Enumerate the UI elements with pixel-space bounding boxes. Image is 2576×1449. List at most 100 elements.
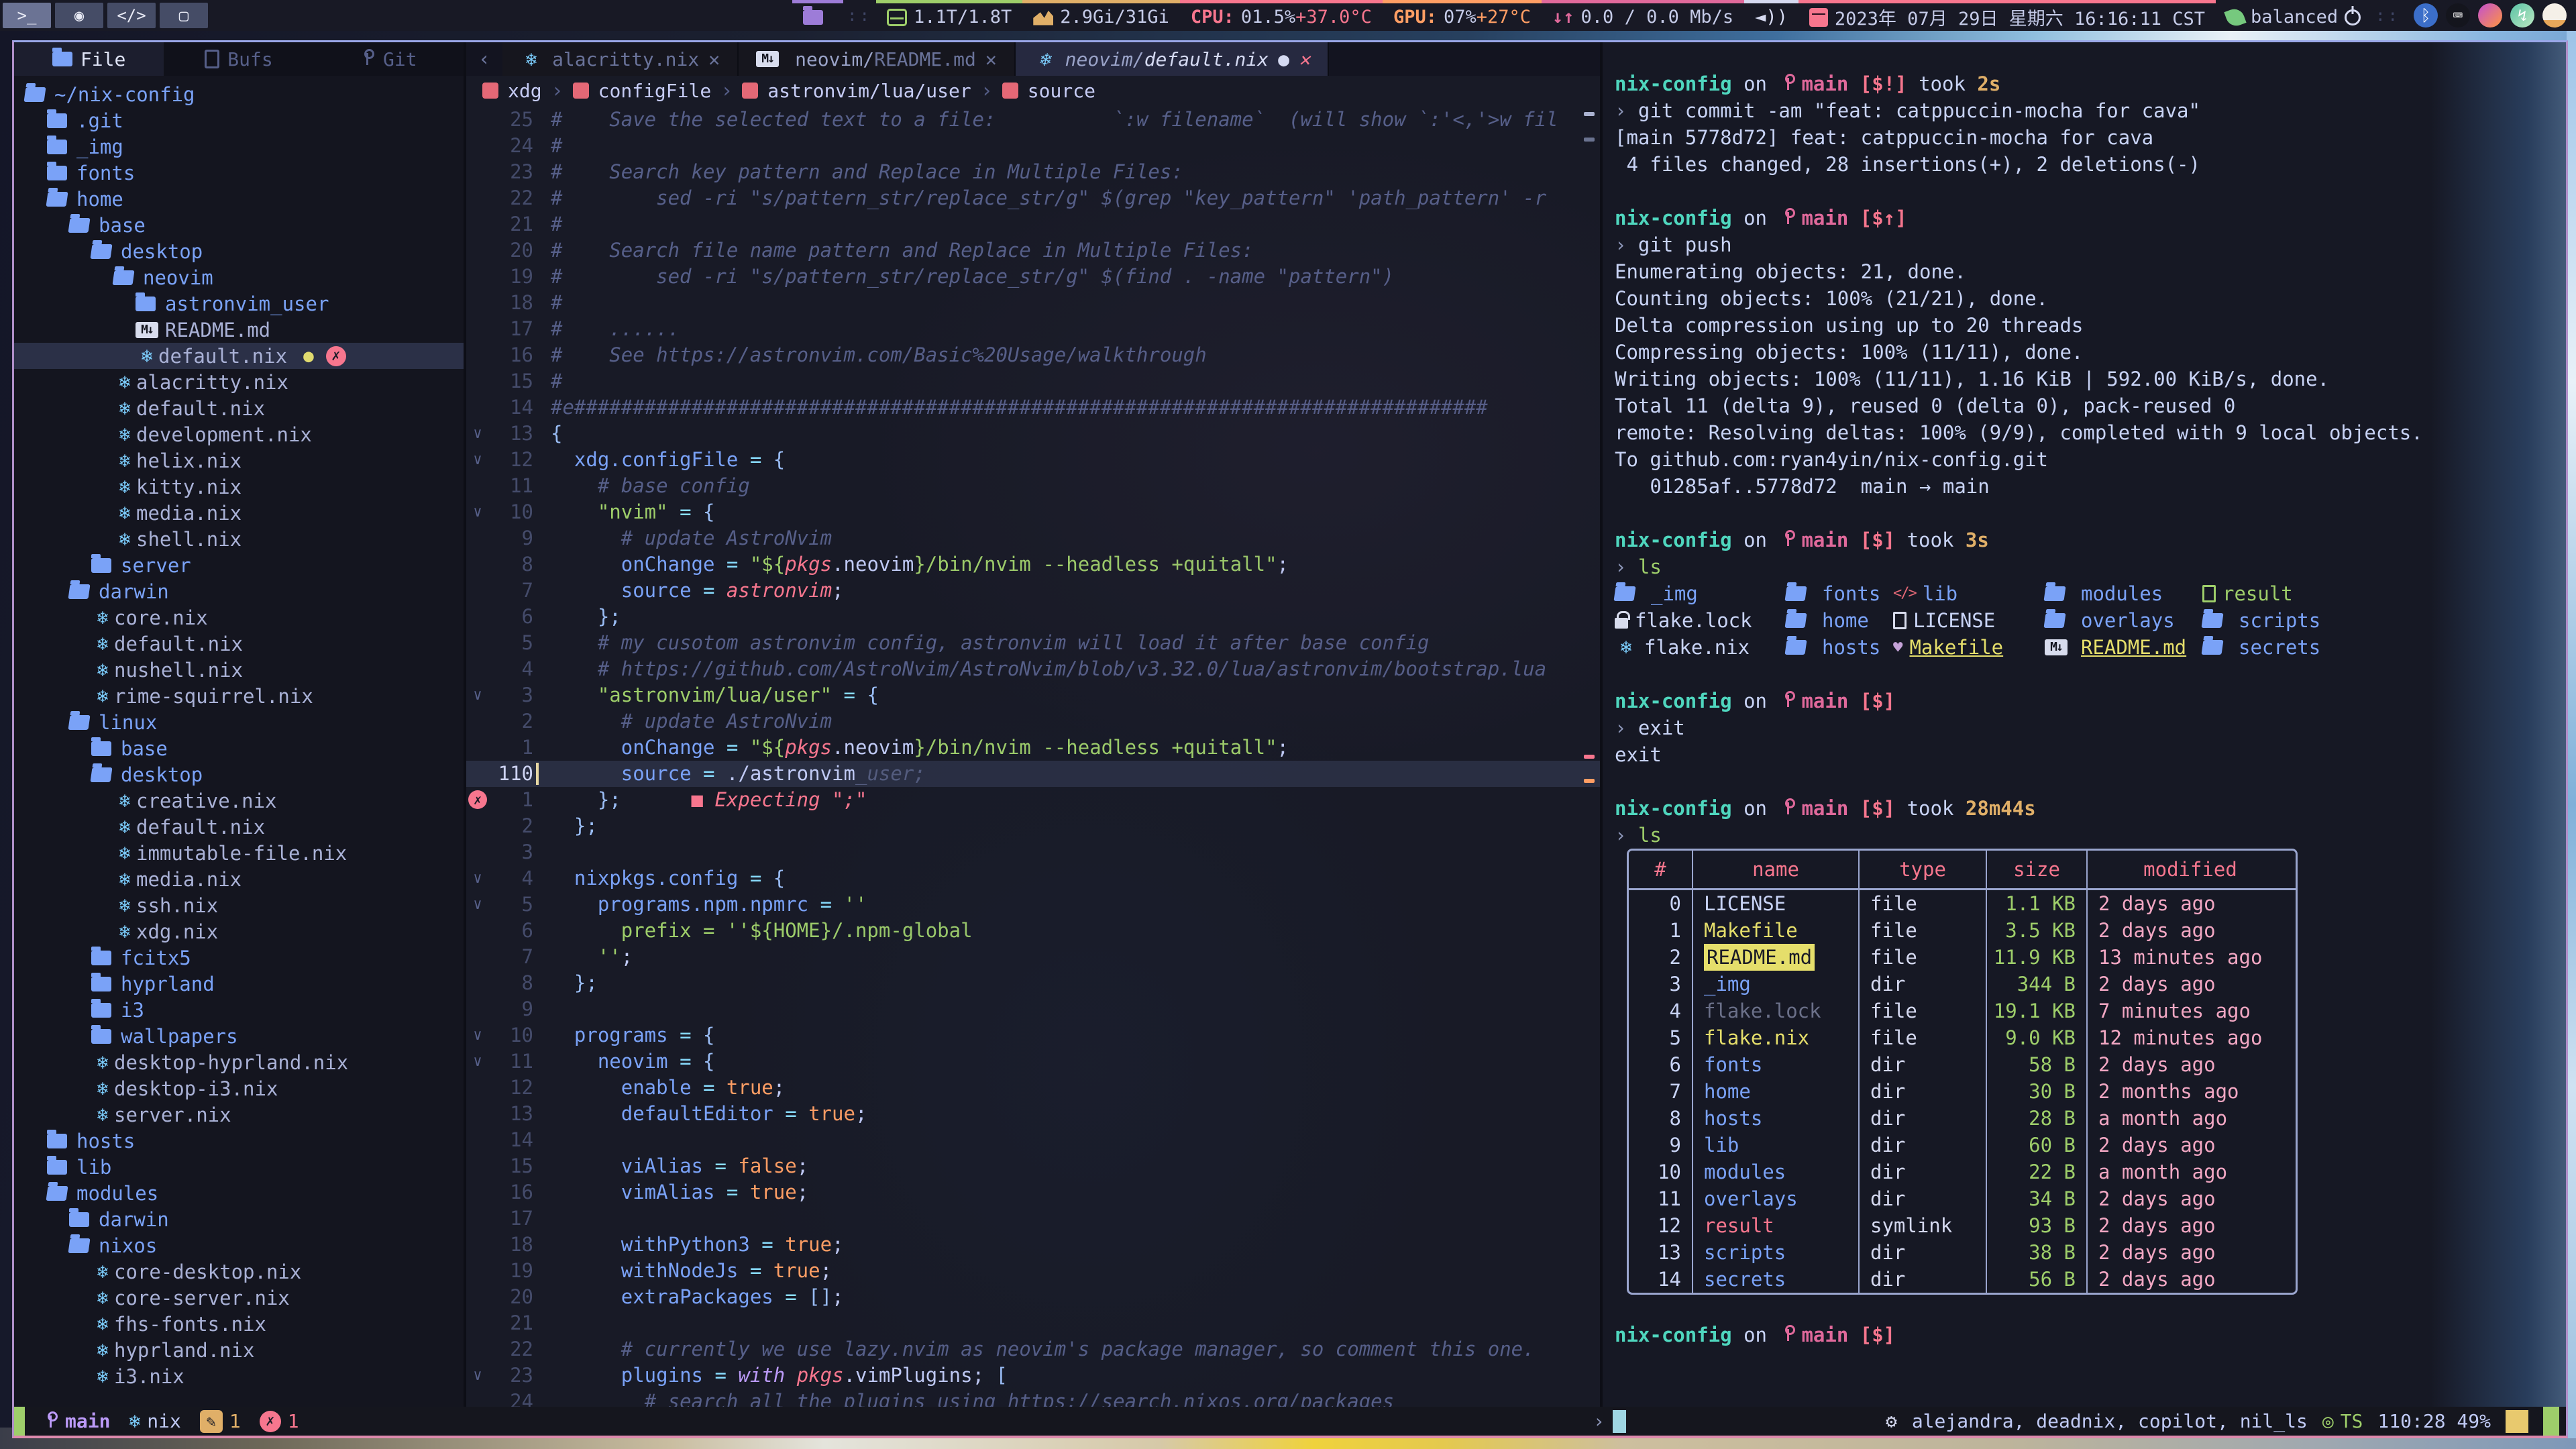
tree-item-desktop-i3.nix[interactable]: ❄desktop-i3.nix [14,1075,464,1102]
tree-tab-file[interactable]: File [14,42,164,76]
breadcrumb-item[interactable]: astronvim/lua/user [767,80,971,102]
table-row[interactable]: 6fontsdir58 B2 days ago [1629,1051,2296,1078]
tree-item-default.nix[interactable]: ❄default.nix [14,631,464,657]
table-row[interactable]: 14secretsdir56 B2 days ago [1629,1266,2296,1293]
tray-app-green-icon[interactable]: ↯ [2510,3,2534,28]
tree-item-alacritty.nix[interactable]: ❄alacritty.nix [14,369,464,395]
ls-entry[interactable]: flake.lock [1615,607,1786,634]
tree-item-desktop-hyprland.nix[interactable]: ❄desktop-hyprland.nix [14,1049,464,1075]
fold-icon[interactable]: ∨ [466,1022,489,1049]
tree-item-darwin[interactable]: darwin [14,578,464,604]
editor-tab-default.nix[interactable]: ❄neovim/default.nix●✕ [1016,42,1329,76]
close-icon[interactable]: ✕ [1299,48,1310,70]
table-row[interactable]: 4flake.lockfile19.1 KB7 minutes ago [1629,998,2296,1024]
table-row[interactable]: 8hostsdir28 Ba month ago [1629,1105,2296,1132]
tree-item-base[interactable]: base [14,735,464,761]
tree-item-darwin[interactable]: darwin [14,1206,464,1232]
table-row[interactable]: 7homedir30 B2 months ago [1629,1078,2296,1105]
tree-item-kitty.nix[interactable]: ❄kitty.nix [14,474,464,500]
tree-item-astronvim_user[interactable]: astronvim_user [14,290,464,317]
tree-item-home[interactable]: home [14,186,464,212]
table-row[interactable]: 13scriptsdir38 B2 days ago [1629,1239,2296,1266]
table-row[interactable]: 2README.mdfile11.9 KB13 minutes ago [1629,944,2296,971]
tree-item-default.nix[interactable]: ❄default.nix [14,395,464,421]
table-row[interactable]: 0LICENSEfile1.1 KB2 days ago [1629,890,2296,917]
workspace-monitor[interactable]: ▢ [160,3,208,28]
breadcrumb-item[interactable]: xdg [508,80,542,102]
tree-item-nushell.nix[interactable]: ❄nushell.nix [14,657,464,683]
fold-icon[interactable]: ∨ [466,892,489,918]
editor-tab-alacritty.nix[interactable]: ❄alacritty.nix✕ [502,42,739,76]
tree-item-desktop[interactable]: desktop [14,238,464,264]
tree-item-nixos[interactable]: nixos [14,1232,464,1258]
tree-item-base[interactable]: base [14,212,464,238]
tree-item-hyprland.nix[interactable]: ❄hyprland.nix [14,1337,464,1363]
fold-icon[interactable]: ∨ [466,682,489,708]
close-icon[interactable]: ✕ [708,48,720,70]
tree-item-media.nix[interactable]: ❄media.nix [14,500,464,526]
breadcrumb-item[interactable]: source [1028,80,1095,102]
tree-item-desktop[interactable]: desktop [14,761,464,788]
workspace-browser[interactable]: ◉ [55,3,103,28]
tree-item-linux[interactable]: linux [14,709,464,735]
tree-item-hyprland[interactable]: hyprland [14,971,464,997]
ls-entry[interactable]: ❄flake.nix [1615,634,1786,661]
fold-icon[interactable]: ∨ [466,1049,489,1075]
fold-icon[interactable]: ∨ [466,499,489,525]
ls-entry[interactable]: scripts [2202,607,2320,634]
ls-entry[interactable]: overlays [2045,607,2202,634]
tree-item-lib[interactable]: lib [14,1154,464,1180]
tree-item-~/nix-config[interactable]: ~/nix-config [14,81,464,107]
table-row[interactable]: 5flake.nixfile9.0 KB12 minutes ago [1629,1024,2296,1051]
ls-entry[interactable]: fonts [1786,580,1893,607]
code-area[interactable]: 25# Save the selected text to a file: `:… [466,107,1600,1407]
workspace-terminal-prompt[interactable]: >_ [3,3,51,28]
statusline-errors[interactable]: ✗ 1 [260,1410,299,1432]
terminal-pane[interactable]: nix-config on main [$!] took 2s› git com… [1603,42,2566,1407]
tree-item-media.nix[interactable]: ❄media.nix [14,866,464,892]
table-row[interactable]: 1Makefilefile3.5 KB2 days ago [1629,917,2296,944]
fold-icon[interactable]: ∨ [466,1362,489,1389]
fold-icon[interactable]: ∨ [466,865,489,892]
tree-item-core-server.nix[interactable]: ❄core-server.nix [14,1285,464,1311]
tree-tab-git[interactable]: Git [314,42,464,76]
tree-item-hosts[interactable]: hosts [14,1128,464,1154]
tree-item-core-desktop.nix[interactable]: ❄core-desktop.nix [14,1258,464,1285]
fold-icon[interactable]: ∨ [466,447,489,473]
tree-item-shell.nix[interactable]: ❄shell.nix [14,526,464,552]
tree-item-helix.nix[interactable]: ❄helix.nix [14,447,464,474]
tree-item-README.md[interactable]: M↓README.md [14,317,464,343]
breadcrumb-item[interactable]: configFile [598,80,712,102]
tree-item-development.nix[interactable]: ❄development.nix [14,421,464,447]
editor-tab-README.md[interactable]: M↓neovim/README.md✕ [739,42,1016,76]
tree-item-_img[interactable]: _img [14,133,464,160]
table-row[interactable]: 9libdir60 B2 days ago [1629,1132,2296,1159]
ls-entry[interactable]: secrets [2202,634,2320,661]
table-row[interactable]: 3_imgdir344 B2 days ago [1629,971,2296,998]
tree-item-modules[interactable]: modules [14,1180,464,1206]
ls-entry[interactable]: modules [2045,580,2202,607]
tree-item-ssh.nix[interactable]: ❄ssh.nix [14,892,464,918]
ls-entry[interactable]: M↓README.md [2045,634,2202,661]
ls-entry[interactable]: _img [1615,580,1786,607]
tab-scroll-icon[interactable]: ‹ [466,42,502,76]
statusline-git-branch[interactable]: main [44,1410,110,1432]
ls-entry[interactable]: home [1786,607,1893,634]
close-icon[interactable]: ✕ [985,48,997,70]
table-row[interactable]: 10modulesdir22 Ba month ago [1629,1159,2296,1185]
tree-item-.git[interactable]: .git [14,107,464,133]
tray-keyboard-icon[interactable]: ⌨ [2446,3,2470,28]
ls-entry[interactable]: LICENSE [1893,607,2045,634]
ls-entry[interactable]: ♥Makefile [1893,634,2045,661]
tree-tab-bufs[interactable]: Bufs [164,42,313,76]
tree-item-rime-squirrel.nix[interactable]: ❄rime-squirrel.nix [14,683,464,709]
tree-item-server[interactable]: server [14,552,464,578]
terminal-prompt-line[interactable]: › [1593,1410,1626,1433]
tray-clipboard-icon[interactable] [2542,3,2567,28]
tree-item-fhs-fonts.nix[interactable]: ❄fhs-fonts.nix [14,1311,464,1337]
tree-item-server.nix[interactable]: ❄server.nix [14,1102,464,1128]
tree-item-xdg.nix[interactable]: ❄xdg.nix [14,918,464,945]
tray-firefox-icon[interactable] [2478,3,2502,28]
tree-item-neovim[interactable]: neovim [14,264,464,290]
tree-item-default.nix[interactable]: ❄default.nix [14,814,464,840]
